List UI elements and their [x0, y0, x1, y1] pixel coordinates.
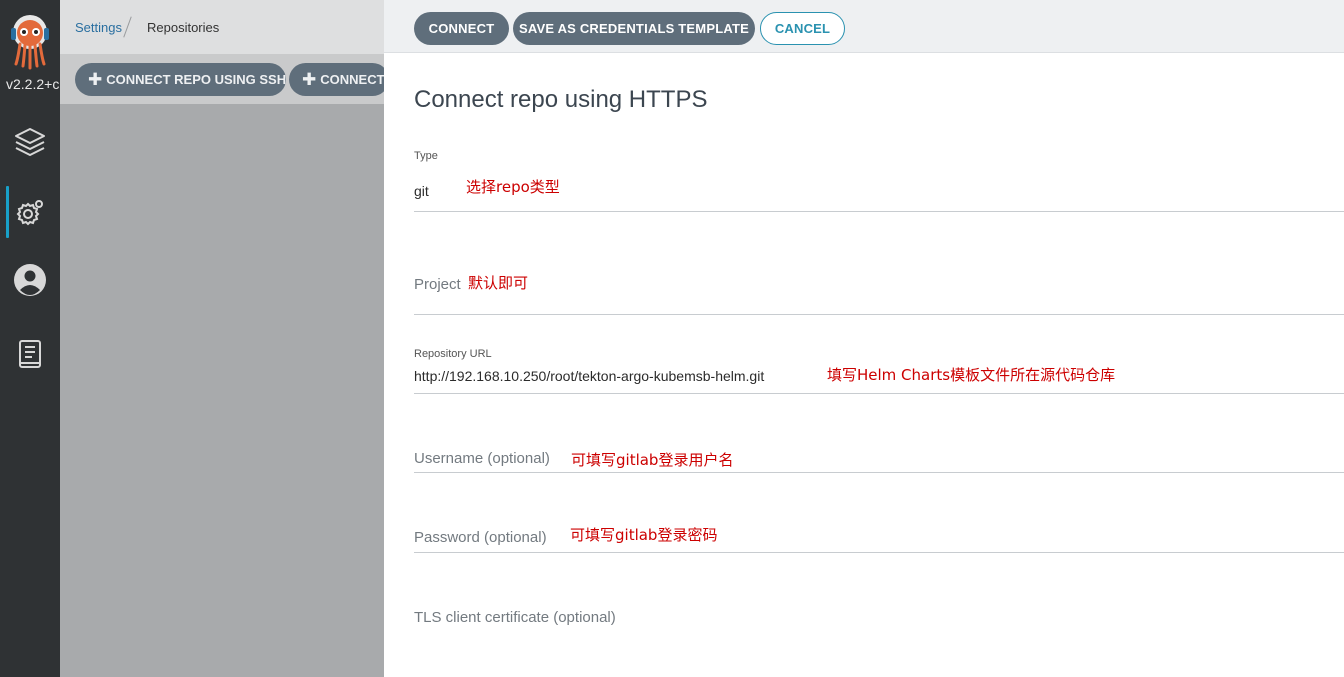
connect-repo-panel: CONNECT SAVE AS CREDENTIALS TEMPLATE CAN… [384, 0, 1344, 677]
cancel-button[interactable]: CANCEL [760, 12, 845, 45]
breadcrumb-current: Repositories [147, 20, 220, 35]
project-field[interactable]: Project [414, 276, 461, 293]
username-field[interactable]: Username (optional) [414, 450, 550, 467]
project-underline [414, 314, 1344, 315]
settings-gear-icon[interactable] [10, 192, 50, 232]
connect-button[interactable]: CONNECT [414, 12, 509, 45]
type-label: Type [414, 150, 438, 162]
connect-repo-ssh-button[interactable]: ✚ CONNECT REPO USING SSH [75, 63, 286, 96]
type-select[interactable]: git [414, 183, 429, 199]
password-annotation: 可填写gitlab登录密码 [570, 526, 718, 544]
repository-url-annotation: 填写Helm Charts模板文件所在源代码仓库 [827, 366, 1116, 384]
breadcrumb-settings-link[interactable]: Settings [75, 20, 122, 35]
username-annotation: 可填写gitlab登录用户名 [571, 451, 734, 469]
user-avatar-icon[interactable] [10, 260, 50, 300]
save-credentials-template-button[interactable]: SAVE AS CREDENTIALS TEMPLATE [513, 12, 755, 45]
version-label: v2.2.2+c [6, 76, 60, 92]
tls-client-certificate-field[interactable]: TLS client certificate (optional) [414, 609, 616, 626]
connect-https-label: CONNECT REPO USING HTTPS [320, 72, 389, 87]
active-nav-indicator [6, 186, 9, 238]
type-underline [414, 211, 1344, 212]
repository-url-label: Repository URL [414, 348, 492, 360]
username-underline [414, 472, 1344, 473]
left-nav: v2.2.2+c [0, 0, 60, 677]
plus-icon: ✚ [302, 70, 317, 89]
password-field[interactable]: Password (optional) [414, 529, 547, 546]
project-annotation: 默认即可 [468, 274, 529, 292]
type-annotation: 选择repo类型 [466, 178, 560, 196]
panel-title: Connect repo using HTTPS [414, 86, 708, 113]
argo-logo-icon[interactable] [8, 12, 52, 70]
connect-ssh-label: CONNECT REPO USING SSH [106, 72, 286, 87]
password-underline [414, 552, 1344, 553]
repository-url-underline [414, 393, 1344, 394]
plus-icon: ✚ [88, 70, 103, 89]
connect-repo-https-button[interactable]: ✚ CONNECT REPO USING HTTPS [289, 63, 389, 96]
app-root: v2.2.2+c Settings Repositories ✚ CONNECT… [0, 0, 1344, 677]
docs-book-icon[interactable] [10, 334, 50, 374]
repository-url-input[interactable]: http://192.168.10.250/root/tekton-argo-k… [414, 368, 764, 384]
applications-layers-icon[interactable] [10, 122, 50, 162]
